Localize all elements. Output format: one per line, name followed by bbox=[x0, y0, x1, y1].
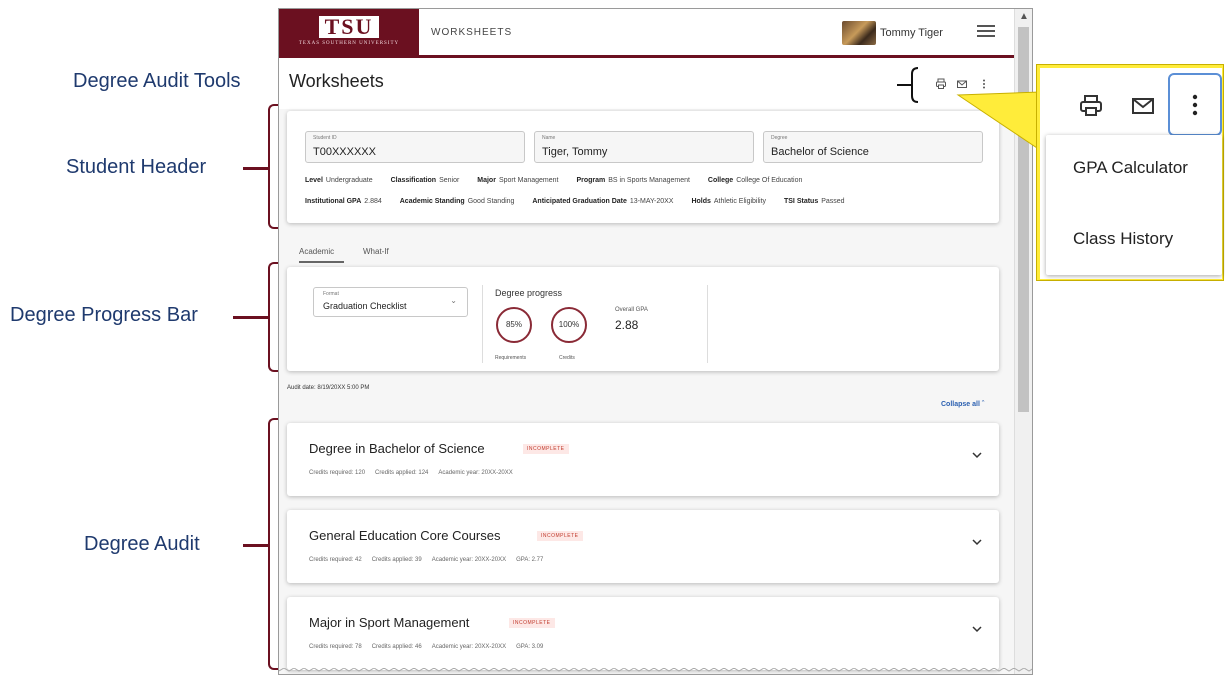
chevron-down-icon[interactable] bbox=[971, 536, 983, 548]
audit-block-title: Degree in Bachelor of Science bbox=[309, 441, 485, 456]
bracket-tick-student-header bbox=[243, 167, 269, 170]
chevron-up-icon: ˆ bbox=[981, 401, 985, 408]
more-options-icon[interactable] bbox=[981, 78, 987, 90]
annotation-degree-audit-tools: Degree Audit Tools bbox=[73, 70, 241, 92]
credits-progress-ring: 100% bbox=[551, 307, 587, 343]
student-id-field: Student ID T00XXXXXX bbox=[305, 131, 525, 163]
menu-item-class-history[interactable]: Class History bbox=[1073, 229, 1173, 249]
annotation-degree-progress-bar: Degree Progress Bar bbox=[10, 304, 198, 326]
torn-edge bbox=[279, 668, 1032, 672]
more-options-icon bbox=[1192, 94, 1198, 116]
email-icon[interactable] bbox=[1130, 93, 1156, 119]
audit-block-title: Major in Sport Management bbox=[309, 615, 470, 630]
status-badge: INCOMPLETE bbox=[523, 444, 569, 454]
audit-date: Audit date: 8/19/20XX 5:00 PM bbox=[287, 385, 370, 391]
status-badge: INCOMPLETE bbox=[509, 618, 555, 628]
tab-academic-underline bbox=[299, 261, 344, 263]
more-options-menu: GPA Calculator Class History bbox=[1046, 135, 1222, 275]
bracket-tick-progress-bar bbox=[233, 316, 269, 319]
overall-gpa-label: Overall GPA bbox=[615, 307, 648, 313]
chevron-down-icon[interactable] bbox=[971, 449, 983, 461]
popout-content: GPA Calculator Class History bbox=[1040, 68, 1222, 279]
annotation-degree-audit: Degree Audit bbox=[84, 533, 200, 555]
chevron-down-icon[interactable] bbox=[971, 623, 983, 635]
tab-what-if[interactable]: What-If bbox=[363, 247, 389, 256]
annotation-student-header: Student Header bbox=[66, 156, 207, 178]
print-icon[interactable] bbox=[935, 78, 947, 90]
student-info-row-1: Level Undergraduate Classification Senior … bbox=[305, 177, 803, 184]
user-name[interactable]: Tommy Tiger bbox=[880, 27, 943, 39]
format-select[interactable]: Format Graduation Checklist ⌄ bbox=[313, 287, 468, 317]
student-name-field: Name Tiger, Tommy bbox=[534, 131, 754, 163]
divider bbox=[707, 285, 708, 363]
audit-block-meta: Credits required: 78 Credits applied: 46 A… bbox=[309, 644, 544, 650]
bracket-tick-degree-audit bbox=[243, 544, 269, 547]
chevron-down-icon: ⌄ bbox=[450, 296, 457, 305]
audit-block[interactable]: Degree in Bachelor of Science INCOMPLETE… bbox=[287, 423, 999, 496]
audit-block[interactable]: General Education Core Courses INCOMPLET… bbox=[287, 510, 999, 583]
scrollbar[interactable]: ▲ bbox=[1014, 9, 1032, 674]
student-header-card: Student ID T00XXXXXX Name Tiger, Tommy D… bbox=[287, 111, 999, 223]
nav-title: WORKSHEETS bbox=[431, 27, 513, 38]
menu-item-gpa-calculator[interactable]: GPA Calculator bbox=[1073, 158, 1188, 178]
collapse-all-link[interactable]: Collapse all ˆ bbox=[941, 401, 984, 408]
requirements-progress-ring: 85% bbox=[496, 307, 532, 343]
degree-progress-card: Format Graduation Checklist ⌄ Degree pro… bbox=[287, 267, 999, 371]
status-badge: INCOMPLETE bbox=[537, 531, 583, 541]
scrollbar-thumb[interactable] bbox=[1018, 27, 1029, 412]
zoomed-tools-popout: GPA Calculator Class History bbox=[1036, 64, 1224, 281]
tab-academic[interactable]: Academic bbox=[299, 247, 334, 256]
browser-frame: TSU TEXAS SOUTHERN UNIVERSITY WORKSHEETS… bbox=[278, 8, 1033, 675]
audit-block-meta: Credits required: 120 Credits applied: 12… bbox=[309, 470, 513, 476]
page-title: Worksheets bbox=[289, 71, 384, 91]
requirements-label: Requirements bbox=[495, 355, 527, 361]
scroll-up-arrow-icon[interactable]: ▲ bbox=[1019, 11, 1029, 22]
audit-block-meta: Credits required: 42 Credits applied: 39 A… bbox=[309, 557, 544, 563]
audit-block[interactable]: Major in Sport Management INCOMPLETE Cre… bbox=[287, 597, 999, 670]
student-degree-field[interactable]: Degree Bachelor of Science bbox=[763, 131, 983, 163]
user-avatar[interactable] bbox=[842, 21, 876, 45]
university-logo[interactable]: TSU TEXAS SOUTHERN UNIVERSITY bbox=[279, 9, 419, 55]
overall-gpa-value: 2.88 bbox=[615, 318, 639, 332]
degree-progress-title: Degree progress bbox=[495, 288, 563, 298]
email-icon[interactable] bbox=[956, 78, 968, 90]
print-icon[interactable] bbox=[1078, 93, 1104, 119]
credits-label: Credits bbox=[559, 355, 575, 361]
hamburger-menu-icon[interactable] bbox=[977, 22, 995, 40]
student-info-row-2: Institutional GPA 2.884 Academic Standing… bbox=[305, 198, 845, 205]
more-options-button[interactable] bbox=[1168, 73, 1222, 136]
top-navigation-bar: TSU TEXAS SOUTHERN UNIVERSITY WORKSHEETS… bbox=[279, 9, 1015, 58]
divider bbox=[482, 285, 483, 363]
audit-block-title: General Education Core Courses bbox=[309, 528, 501, 543]
